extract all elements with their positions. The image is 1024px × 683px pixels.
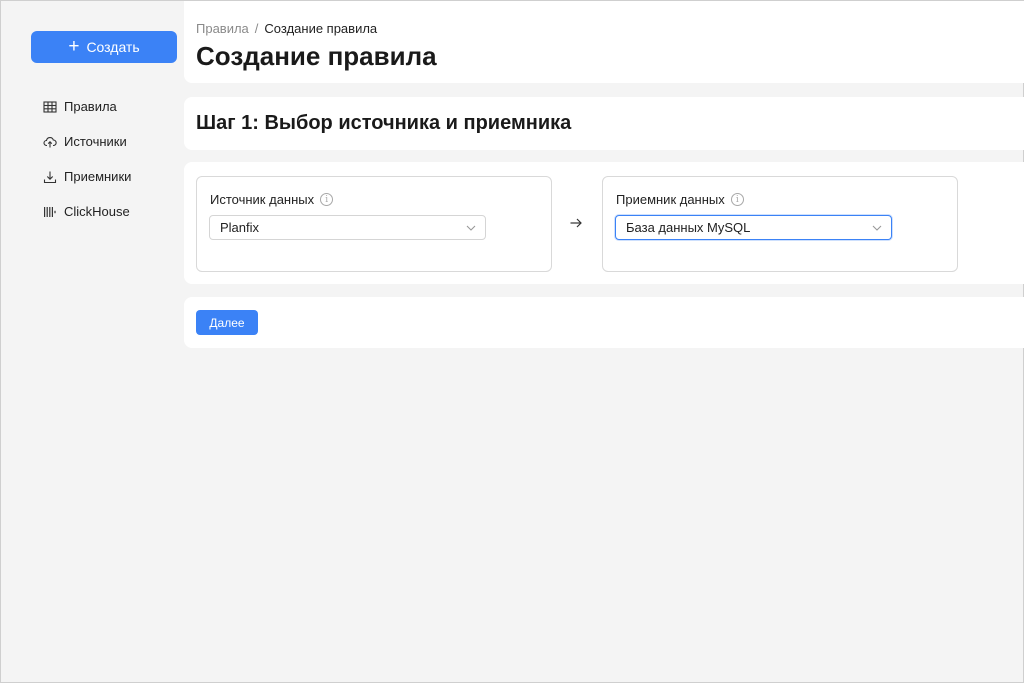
plus-icon: + (68, 35, 80, 57)
sidebar-item-label: Приемники (64, 169, 132, 184)
chevron-down-icon (466, 225, 476, 231)
source-panel: Источник данных i Planfix (196, 176, 552, 272)
sidebar: + Создать Правила Источники Приемники Cl… (1, 1, 183, 682)
create-button[interactable]: + Создать (31, 31, 177, 63)
breadcrumb-current: Создание правила (264, 21, 378, 36)
next-button[interactable]: Далее (196, 310, 258, 335)
download-icon (43, 170, 57, 184)
breadcrumb-separator: / (254, 21, 259, 36)
table-icon (43, 100, 57, 114)
sidebar-item-destinations[interactable]: Приемники (43, 159, 131, 194)
chevron-down-icon (872, 225, 882, 231)
source-select-value: Planfix (220, 220, 260, 235)
breadcrumb-link-rules[interactable]: Правила (196, 21, 249, 36)
create-button-label: Создать (86, 39, 140, 55)
cloud-upload-icon (43, 135, 57, 149)
sidebar-item-label: Источники (64, 134, 127, 149)
app-window: + Создать Правила Источники Приемники Cl… (0, 0, 1024, 683)
sidebar-item-clickhouse[interactable]: ClickHouse (43, 194, 131, 229)
arrow-right-icon (570, 218, 582, 228)
selection-card: Источник данных i Planfix Приемник данны… (184, 162, 1024, 284)
destination-label: Приемник данных i (616, 192, 744, 207)
info-icon[interactable]: i (320, 193, 334, 206)
source-select[interactable]: Planfix (209, 215, 486, 240)
info-icon[interactable]: i (730, 193, 744, 206)
clickhouse-icon (43, 205, 57, 219)
sidebar-nav: Правила Источники Приемники ClickHouse (43, 89, 131, 229)
sidebar-item-label: ClickHouse (64, 204, 130, 219)
destination-select[interactable]: База данных MySQL (615, 215, 892, 240)
breadcrumb: Правила / Создание правила (196, 21, 377, 36)
sidebar-item-label: Правила (64, 99, 117, 114)
page-title: Создание правила (196, 41, 437, 71)
source-label: Источник данных i (210, 192, 334, 207)
destination-select-value: База данных MySQL (626, 220, 751, 235)
step-title: Шаг 1: Выбор источника и приемника (196, 112, 572, 134)
sidebar-item-sources[interactable]: Источники (43, 124, 131, 159)
step-header: Шаг 1: Выбор источника и приемника (184, 97, 1024, 150)
actions-card: Далее (184, 297, 1024, 348)
destination-label-text: Приемник данных (616, 192, 725, 207)
destination-panel: Приемник данных i База данных MySQL (602, 176, 958, 272)
page-header: Правила / Создание правила Создание прав… (184, 1, 1024, 83)
source-label-text: Источник данных (210, 192, 315, 207)
sidebar-item-rules[interactable]: Правила (43, 89, 131, 124)
